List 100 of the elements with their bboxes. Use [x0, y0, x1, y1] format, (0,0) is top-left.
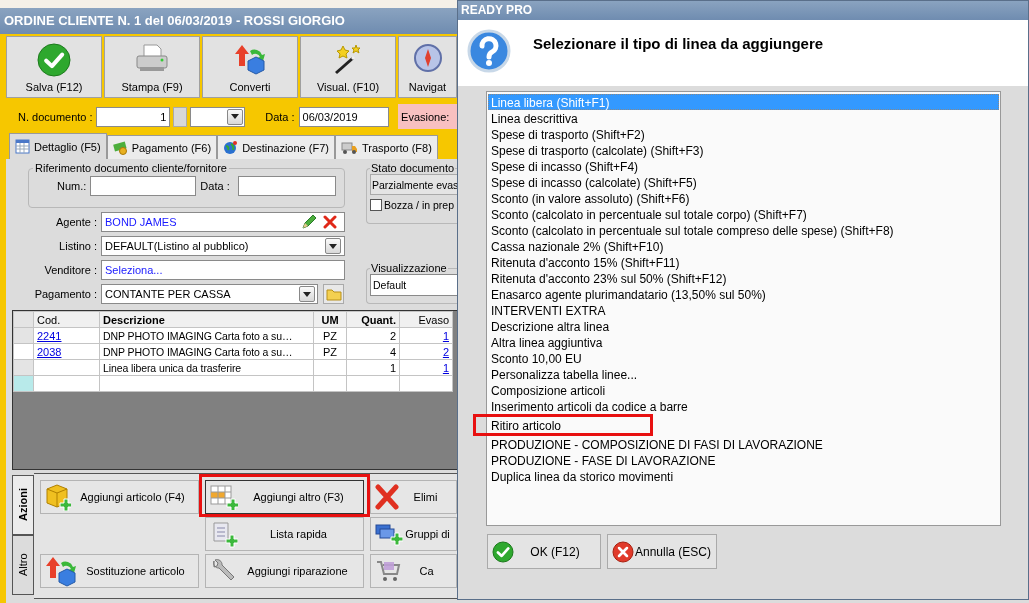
dropdown-field[interactable]: CONTANTE PER CASSA: [101, 284, 318, 304]
shipped-link[interactable]: 1: [442, 329, 449, 342]
side-tab[interactable]: Altro: [12, 535, 34, 595]
column-header: Cod.: [33, 311, 100, 328]
column-header: Descrizione: [99, 311, 314, 328]
list-item[interactable]: PRODUZIONE - COMPOSIZIONE DI FASI DI LAVORAZIONE: [488, 436, 826, 452]
toolbar-button[interactable]: Stampa (F9): [104, 36, 200, 98]
list-item[interactable]: Descrizione altra linea: [488, 318, 613, 334]
action-button[interactable]: Elimi: [370, 480, 457, 514]
table-cell: 1: [346, 359, 400, 376]
field-value: BOND JAMES: [105, 215, 177, 230]
dropdown-field[interactable]: Default: [370, 274, 457, 296]
grid-plus-icon: [210, 484, 238, 510]
list-item[interactable]: Sconto (calcolato in percentuale sul totale compreso delle spese) (Shift+F8): [488, 222, 897, 238]
table-cell: PZ: [313, 327, 347, 344]
list-item[interactable]: Sconto (in valore assoluto) (Shift+F6): [488, 190, 693, 206]
dialog-message: Selezionare il tipo di linea da aggiungere: [533, 35, 824, 52]
list-item[interactable]: Composizione articoli: [488, 382, 609, 398]
field-label: Data :: [265, 110, 295, 123]
list-item[interactable]: Sconto 10,00 EU: [488, 350, 585, 366]
field-label: Agente :: [55, 216, 97, 228]
list-item[interactable]: Duplica linea da storico movimenti: [488, 468, 677, 484]
row-header: [13, 311, 34, 328]
action-button[interactable]: Sostituzione articolo: [40, 554, 199, 588]
cancel-icon: [612, 540, 634, 563]
field-label: Venditore :: [43, 264, 97, 276]
list-item[interactable]: Spese di trasporto (calcolate) (Shift+F3): [488, 142, 707, 158]
tab[interactable]: Dettaglio (F5): [9, 133, 107, 159]
action-button[interactable]: Aggiungi riparazione: [205, 554, 364, 588]
list-item[interactable]: Spese di incasso (calcolate) (Shift+F5): [488, 174, 700, 190]
cube-arrows-icon: [234, 43, 266, 75]
list-item[interactable]: Ritenuta d'acconto 23% sul 50% (Shift+F12): [488, 270, 730, 286]
input-field[interactable]: [237, 176, 336, 196]
table-cell: DNP PHOTO IMAGING Carta foto a su…: [99, 327, 314, 344]
shipped-link[interactable]: 2: [442, 345, 449, 358]
list-item[interactable]: Sconto (calcolato in percentuale sul totale corpo) (Shift+F7): [488, 206, 810, 222]
field-label: Data :: [200, 180, 230, 192]
tab[interactable]: Trasporto (F8): [334, 135, 438, 159]
shipped-link[interactable]: 1: [442, 361, 449, 374]
list-item[interactable]: Ritiro articolo: [488, 417, 565, 433]
dialog-button[interactable]: Annulla (ESC): [607, 534, 717, 569]
list-item[interactable]: Enasarco agente plurimandatario (13,50% sul 50%): [488, 286, 769, 302]
action-button[interactable]: Gruppi di: [370, 517, 457, 551]
check-icon: [492, 540, 514, 563]
action-button[interactable]: Aggiungi altro (F3): [205, 480, 364, 514]
toolbar-button[interactable]: Converti: [202, 36, 298, 98]
dropdown-field[interactable]: DEFAULT(Listino al pubblico): [101, 236, 345, 256]
dialog-title: READY PRO: [458, 1, 1028, 20]
field-label: Listino :: [58, 240, 97, 252]
toolbar-button[interactable]: Navigat: [398, 36, 457, 98]
list-item[interactable]: INTERVENTI EXTRA: [488, 302, 609, 318]
field-label: Num.:: [57, 180, 87, 192]
picker-field[interactable]: Seleziona...: [101, 260, 345, 280]
small-button[interactable]: [173, 106, 188, 127]
action-button[interactable]: Aggiungi articolo (F4): [40, 480, 199, 514]
globe-icon: [223, 140, 239, 155]
field-label: Evasione:: [401, 110, 450, 123]
toolbar-button[interactable]: Salva (F12): [6, 36, 102, 98]
list-item[interactable]: Personalizza tabella linee...: [488, 366, 641, 382]
check-icon: [37, 43, 71, 77]
printer-icon: [135, 43, 169, 73]
dropdown-field[interactable]: [190, 106, 246, 127]
list-item[interactable]: PRODUZIONE - FASE DI LAVORAZIONE: [488, 452, 719, 468]
action-button[interactable]: Lista rapida: [205, 517, 364, 551]
column-header: UM: [313, 311, 347, 328]
table-cell: PZ: [313, 343, 347, 360]
list-item[interactable]: Cassa nazionale 2% (Shift+F10): [488, 238, 667, 254]
list-item[interactable]: Inserimento articoli da codice a barre: [488, 398, 691, 414]
date-field[interactable]: 06/03/2019: [298, 106, 390, 127]
field-label: N. documento :: [18, 110, 93, 123]
window-title: ORDINE CLIENTE N. 1 del 06/03/2019 - ROSSI GIORGIO: [0, 8, 457, 34]
tab[interactable]: Destinazione (F7): [217, 135, 335, 159]
field-label: Pagamento :: [33, 288, 97, 300]
tab[interactable]: Pagamento (F6): [106, 135, 218, 159]
list-item[interactable]: Altra linea aggiuntiva: [488, 334, 606, 350]
list-item[interactable]: Linea descrittiva: [488, 110, 581, 126]
side-tab[interactable]: Azioni: [12, 475, 34, 535]
number-field[interactable]: 1: [95, 106, 171, 127]
toolbar-button[interactable]: Visual. (F10): [300, 36, 396, 98]
action-button[interactable]: Ca: [370, 554, 457, 588]
agent-field[interactable]: BOND JAMES: [101, 212, 345, 232]
list-item[interactable]: Spese di incasso (Shift+F4): [488, 158, 642, 174]
box-plus-icon: [45, 483, 71, 511]
money-icon: [112, 140, 128, 155]
folder-button[interactable]: [323, 284, 344, 304]
column-header: Quant.: [346, 311, 400, 328]
table-cell: Linea libera unica da trasferire: [99, 359, 314, 376]
table-cell: 4: [346, 343, 400, 360]
calendar-icon: [15, 139, 30, 154]
list-item[interactable]: Spese di trasporto (Shift+F2): [488, 126, 648, 142]
cross-icon: [323, 215, 337, 229]
input-field[interactable]: [90, 176, 197, 196]
compass-icon: [412, 43, 443, 73]
group-title: Riferimento documento cliente/fornitore: [34, 162, 228, 174]
pencil-icon: [301, 214, 317, 230]
table-cell: DNP PHOTO IMAGING Carta foto a su…: [99, 343, 314, 360]
dialog-button[interactable]: OK (F12): [487, 534, 601, 569]
list-item[interactable]: Ritenuta d'acconto 15% (Shift+F11): [488, 254, 683, 270]
checkbox[interactable]: [370, 199, 382, 211]
cube-arrows-icon: [45, 555, 77, 587]
